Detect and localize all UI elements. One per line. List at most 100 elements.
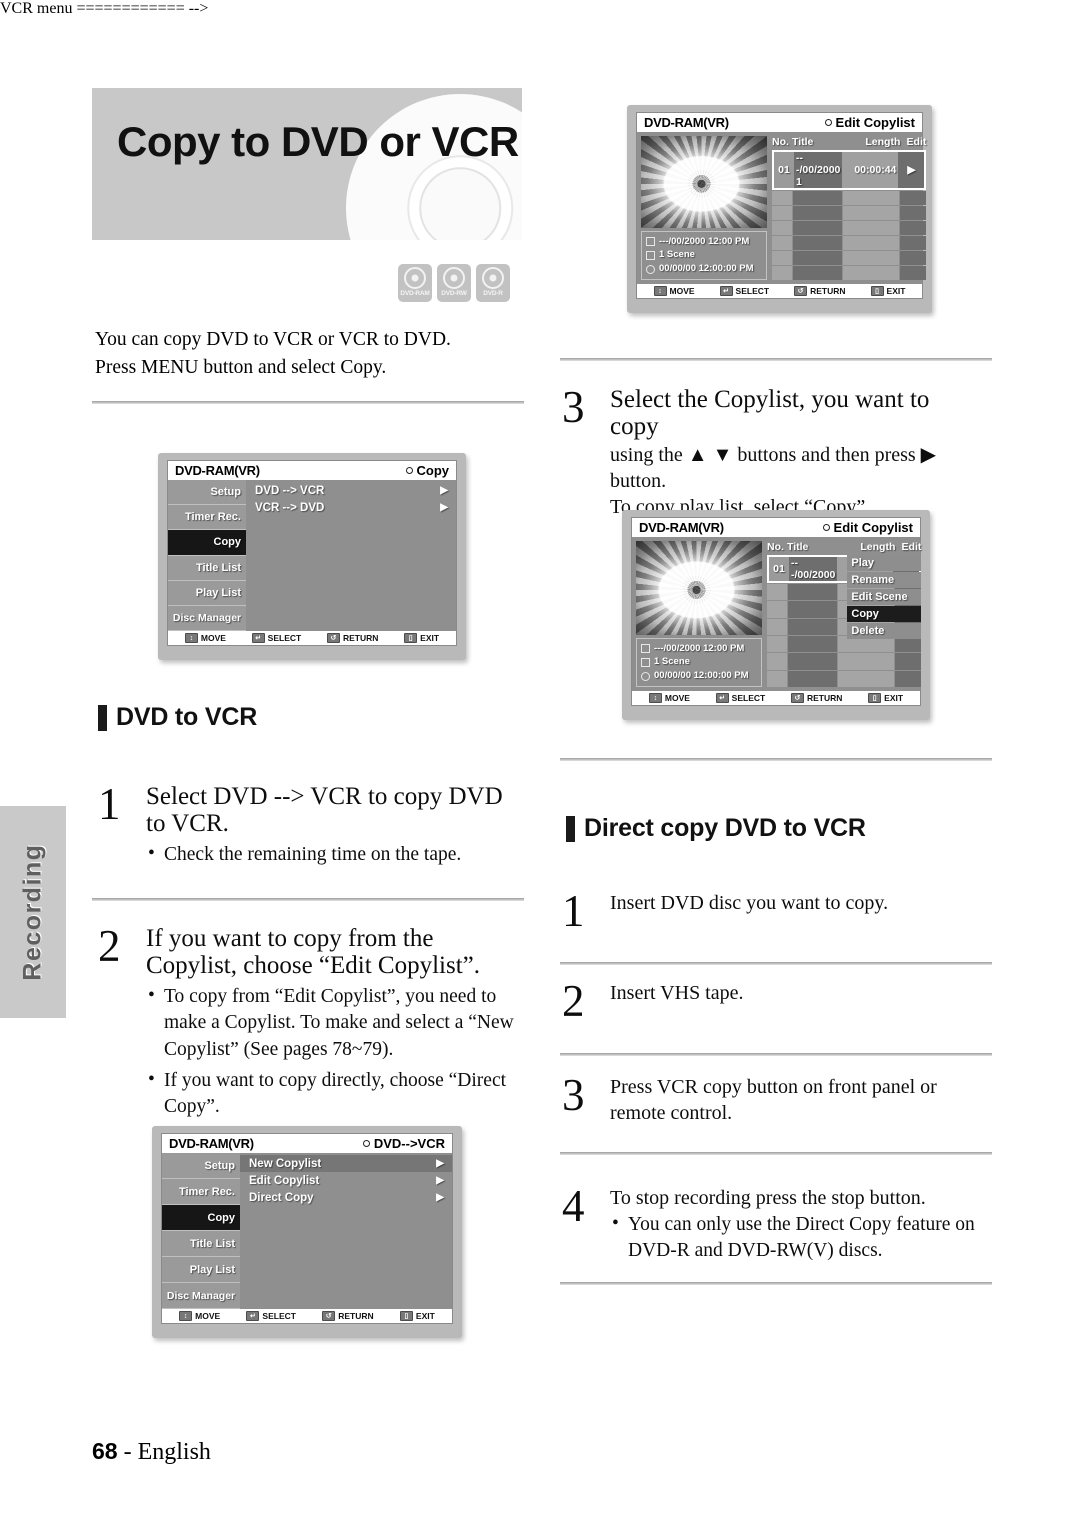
screen-edit-copylist: DVD-RAM(VR) Edit Copylist ---/00/2000 12…	[627, 105, 932, 313]
menu-item-edit-copylist[interactable]: Edit Copylist ▶	[240, 1172, 452, 1189]
row-number: 01	[774, 152, 794, 188]
screen-dvd-to-vcr-menu: DVD-RAM(VR) DVD-->VCR Setup Timer Rec. C…	[152, 1126, 462, 1338]
bottom-bar-return[interactable]: ↺ RETURN	[326, 633, 378, 643]
bottom-bar-select[interactable]: ↵ SELECT	[246, 1311, 296, 1321]
sidebar-item-disc-manager[interactable]: Disc Manager	[168, 605, 246, 632]
chevron-right-icon: ▶	[440, 485, 448, 496]
context-menu-item-copy[interactable]: Copy	[847, 606, 922, 622]
bottom-bar-return[interactable]: ↺ RETURN	[790, 693, 842, 703]
screen-bottom-bar: ↕ MOVE ↵ SELECT ↺ RETURN ▯ EXIT	[632, 691, 920, 705]
table-row[interactable]	[772, 191, 927, 205]
updown-arrows-icon: ↕	[179, 1311, 193, 1321]
preview-thumbnail	[641, 136, 767, 228]
bottom-bar-return[interactable]: ↺ RETURN	[322, 1311, 374, 1321]
context-menu-item-delete[interactable]: Delete	[847, 623, 922, 639]
title-info-panel: ---/00/2000 12:00 PM 1 Scene 00/00/00 12…	[636, 637, 762, 687]
divider	[560, 358, 992, 361]
table-row[interactable]	[767, 670, 922, 687]
return-arrow-icon: ↺	[794, 286, 808, 296]
menu-item-label: Edit Copylist	[249, 1174, 320, 1187]
side-tab-recording: Recording	[0, 806, 66, 1018]
column-header-edit: Edit	[901, 541, 922, 553]
table-row[interactable]	[772, 266, 927, 280]
screen-menu-list: DVD --> VCR ▶ VCR --> DVD ▶	[246, 480, 456, 631]
screen-bottom-bar: ↕ MOVE ↵ SELECT ↺ RETURN ▯ EXIT	[637, 284, 922, 298]
step-number: 2	[562, 976, 585, 1026]
sidebar-item-copy[interactable]: Copy	[168, 530, 246, 556]
menu-item-direct-copy[interactable]: Direct Copy ▶	[240, 1189, 452, 1206]
menu-item-vcr-to-dvd[interactable]: VCR --> DVD ▶	[246, 499, 456, 516]
menu-item-label: DVD --> VCR	[255, 484, 325, 497]
step-number: 2	[98, 921, 121, 971]
table-row[interactable]: 01 ---/00/2000 1 00:00:44 ▶	[772, 150, 927, 190]
disc-logo-label: DVD-RAM	[400, 290, 430, 297]
screen-mode-label: Edit Copylist	[835, 115, 915, 130]
bottom-bar-move[interactable]: ↕ MOVE	[648, 693, 690, 703]
table-row[interactable]	[772, 236, 927, 250]
page-banner: Copy to DVD or VCR	[92, 88, 522, 240]
divider	[560, 1152, 992, 1155]
info-date: ---/00/2000 12:00 PM	[659, 235, 750, 247]
screen-mode-label: Edit Copylist	[833, 520, 913, 535]
bottom-bar-label: EXIT	[415, 1311, 435, 1321]
bottom-bar-label: MOVE	[200, 633, 226, 643]
sidebar-item-copy[interactable]: Copy	[162, 1205, 240, 1231]
bottom-bar-select[interactable]: ↵ SELECT	[251, 633, 301, 643]
sidebar-item-title-list[interactable]: Title List	[162, 1231, 240, 1257]
sidebar-item-setup[interactable]: Setup	[168, 480, 246, 506]
copy-camera-icon	[165, 1208, 187, 1228]
step-1-direct: 1 Insert DVD disc you want to copy.	[562, 889, 994, 934]
menu-item-dvd-to-vcr[interactable]: DVD --> VCR ▶	[246, 482, 456, 499]
clock-hand-icon	[171, 507, 193, 527]
sidebar-item-label: Title List	[189, 1237, 235, 1250]
context-menu-item-edit-scene[interactable]: Edit Scene	[847, 589, 922, 605]
sidebar-item-label: Copy	[207, 1211, 236, 1224]
disc-glyph-icon	[404, 267, 426, 289]
bottom-bar-select[interactable]: ↵ SELECT	[719, 286, 769, 296]
sidebar-item-disc-manager[interactable]: Disc Manager	[162, 1283, 240, 1309]
sidebar-item-label: Setup	[210, 486, 241, 499]
menu-item-new-copylist[interactable]: New Copylist ▶	[240, 1155, 452, 1172]
sidebar-item-title-list[interactable]: Title List	[168, 555, 246, 581]
bottom-bar-select[interactable]: ↵ SELECT	[715, 693, 765, 703]
bottom-bar-exit[interactable]: ▯ EXIT	[868, 693, 903, 703]
sidebar-item-label: Timer Rec.	[178, 1185, 235, 1198]
table-row[interactable]	[772, 206, 927, 220]
menu-item-label: Direct Copy	[249, 1191, 314, 1204]
updown-arrows-icon: ↕	[653, 286, 667, 296]
sidebar-item-label: Setup	[204, 1159, 235, 1172]
bottom-bar-exit[interactable]: ▯ EXIT	[404, 633, 439, 643]
divider	[560, 758, 992, 761]
info-scenes: 1 Scene	[659, 249, 695, 261]
bottom-bar-exit[interactable]: ▯ EXIT	[399, 1311, 435, 1321]
step-number: 4	[562, 1181, 585, 1231]
bottom-bar-move[interactable]: ↕ MOVE	[184, 633, 226, 643]
table-row[interactable]	[772, 251, 927, 265]
bullet-dot-icon	[822, 524, 830, 531]
bottom-bar-move[interactable]: ↕ MOVE	[653, 286, 695, 296]
sidebar-item-setup[interactable]: Setup	[162, 1153, 240, 1179]
sidebar-item-play-list[interactable]: Play List	[162, 1257, 240, 1283]
sidebar-item-play-list[interactable]: Play List	[168, 580, 246, 606]
table-row[interactable]	[772, 221, 927, 235]
bottom-bar-exit[interactable]: ▯ EXIT	[870, 286, 905, 296]
bottom-bar-return[interactable]: ↺ RETURN	[794, 286, 846, 296]
sidebar-item-timer-rec[interactable]: Timer Rec.	[168, 505, 246, 531]
table-row[interactable]	[767, 653, 922, 670]
screen-titlebar: DVD-RAM(VR) Edit Copylist	[637, 113, 922, 132]
step-number: 3	[562, 1070, 585, 1120]
sidebar-item-timer-rec[interactable]: Timer Rec.	[162, 1179, 240, 1205]
column-header-length: Length	[860, 541, 896, 553]
chevron-right-icon[interactable]: ▶	[898, 152, 925, 188]
bottom-bar-label: MOVE	[669, 286, 695, 296]
enter-key-icon: ↵	[715, 693, 729, 703]
context-menu-item-rename[interactable]: Rename	[847, 572, 922, 588]
footer-language: English	[137, 1439, 211, 1465]
step-3-direct: 3 Press VCR copy button on front panel o…	[562, 1070, 994, 1126]
column-header-edit: Edit	[906, 136, 927, 148]
info-date: ---/00/2000 12:00 PM	[654, 642, 745, 654]
context-menu-item-play[interactable]: Play	[847, 555, 922, 571]
bottom-bar-move[interactable]: ↕ MOVE	[179, 1311, 220, 1321]
disc-type-label: DVD-RAM(VR)	[175, 463, 260, 478]
bullet-dot-icon	[362, 1140, 370, 1147]
